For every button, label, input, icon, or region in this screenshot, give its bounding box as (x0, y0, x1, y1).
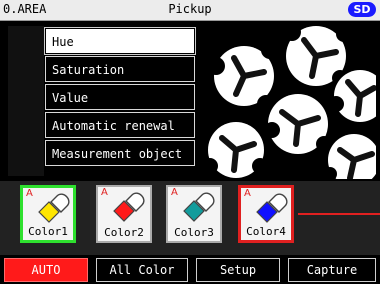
page-title: Pickup (168, 2, 212, 16)
capture-button[interactable]: Capture (288, 258, 376, 282)
menu-item-saturation[interactable]: Saturation (45, 56, 195, 82)
menu-item-measurement-object[interactable]: Measurement object (45, 140, 195, 166)
color-tile-1[interactable]: A Color1 (20, 185, 76, 243)
color-tile-3[interactable]: A Color3 (166, 185, 222, 243)
camera-preview[interactable] (198, 26, 376, 179)
color-tile-label: Color1 (28, 225, 68, 238)
setup-button[interactable]: Setup (196, 258, 280, 282)
menu-item-value[interactable]: Value (45, 84, 195, 110)
color-tile-row: A Color1 A Color2 A Color3 A Color4 (0, 181, 380, 255)
all-color-button[interactable]: All Color (96, 258, 188, 282)
menu-item-automatic-renewal[interactable]: Automatic renewal (45, 112, 195, 138)
color-tile-label: Color4 (246, 225, 286, 238)
button-label: Setup (219, 263, 257, 277)
selection-connector (298, 213, 380, 215)
pickup-screen: 0.AREA Pickup SD Hue Saturation Value Au… (0, 0, 380, 284)
button-label: Capture (306, 263, 358, 277)
title-bar: 0.AREA Pickup SD (0, 0, 380, 21)
menu-item-label: Value (52, 91, 89, 105)
button-label: All Color (109, 263, 175, 277)
menu-item-label: Hue (52, 35, 74, 49)
eyedropper-icon (113, 192, 145, 222)
auto-button[interactable]: AUTO (4, 258, 88, 282)
color-tile-2[interactable]: A Color2 (96, 185, 152, 243)
menu-item-label: Saturation (52, 63, 125, 77)
sd-card-badge: SD (348, 2, 376, 17)
color-tile-4[interactable]: A Color4 (238, 185, 294, 243)
pickup-menu: Hue Saturation Value Automatic renewal M… (44, 27, 196, 168)
preview-image (198, 26, 376, 179)
left-panel (8, 26, 44, 176)
color-tile-label: Color2 (104, 226, 144, 239)
bottom-toolbar: AUTO All Color Setup Capture (0, 255, 380, 284)
menu-item-hue[interactable]: Hue (44, 27, 196, 55)
menu-item-label: Measurement object (52, 147, 183, 161)
menu-item-label: Automatic renewal (52, 119, 175, 133)
eyedropper-icon (183, 192, 215, 222)
button-label: AUTO (31, 263, 61, 277)
color-tile-label: Color3 (174, 226, 214, 239)
